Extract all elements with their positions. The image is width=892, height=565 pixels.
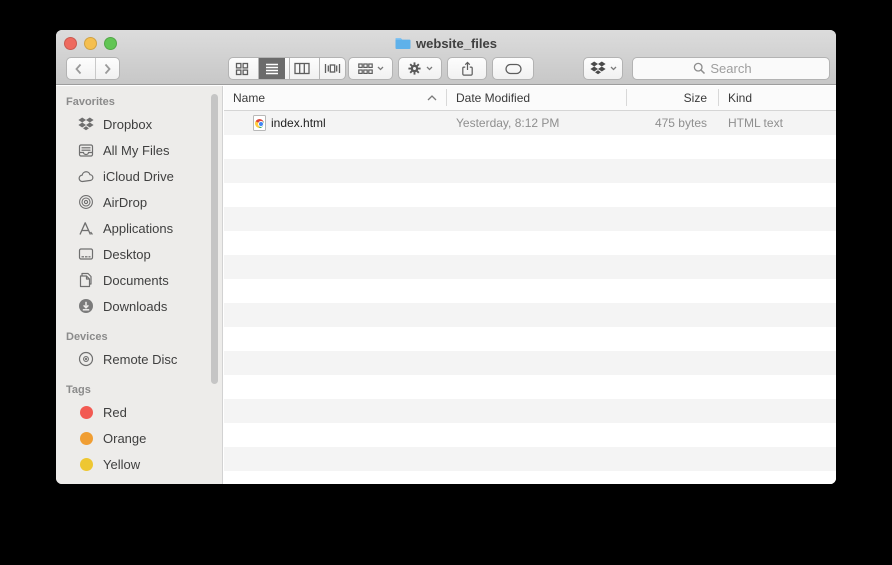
search-icon — [693, 62, 706, 75]
column-header-name[interactable]: Name — [233, 86, 265, 110]
sidebar-scrollbar[interactable] — [211, 94, 218, 384]
chevron-right-icon — [103, 63, 112, 75]
file-row-index-html[interactable]: index.html Yesterday, 8:12 PM 475 bytes … — [224, 111, 836, 135]
chevron-down-icon — [377, 66, 384, 71]
sidebar-item-label: Desktop — [103, 247, 151, 262]
column-header-date-modified[interactable]: Date Modified — [456, 86, 530, 110]
sidebar-item-tag-red[interactable]: Red — [56, 399, 222, 425]
sidebar-section-devices: Devices — [66, 331, 222, 343]
view-mode-control — [228, 57, 346, 80]
share-button[interactable] — [447, 57, 487, 80]
file-size: 475 bytes — [626, 111, 707, 135]
tag-icon — [505, 63, 522, 75]
sidebar: Favorites Dropbox All My Files — [56, 86, 223, 484]
arrange-button[interactable] — [348, 57, 393, 80]
window-title: website_files — [416, 36, 497, 51]
icon-view-button[interactable] — [229, 58, 254, 79]
file-kind: HTML text — [728, 111, 783, 135]
list-header: Name Date Modified Size Kind — [224, 86, 836, 111]
gear-icon — [407, 61, 422, 76]
file-list: Name Date Modified Size Kind index.html … — [224, 86, 836, 484]
column-view-button[interactable] — [289, 58, 315, 79]
sidebar-item-label: Downloads — [103, 299, 167, 314]
list-body: index.html Yesterday, 8:12 PM 475 bytes … — [224, 111, 836, 484]
sidebar-item-label: Orange — [103, 431, 146, 446]
forward-button[interactable] — [95, 58, 120, 79]
search-input[interactable] — [633, 58, 829, 79]
window-title-area: website_files — [56, 30, 836, 57]
sidebar-item-label: iCloud Drive — [103, 169, 174, 184]
titlebar-toolbar: website_files — [56, 30, 836, 85]
airdrop-icon — [77, 193, 95, 211]
list-view-icon — [265, 62, 279, 76]
sidebar-item-label: Documents — [103, 273, 169, 288]
html-file-icon — [253, 115, 266, 131]
column-divider[interactable] — [446, 89, 447, 106]
sidebar-item-label: Remote Disc — [103, 352, 177, 367]
sidebar-item-dropbox[interactable]: Dropbox — [56, 111, 222, 137]
dropbox-icon — [77, 115, 95, 133]
file-name: index.html — [271, 111, 326, 135]
sidebar-item-all-my-files[interactable]: All My Files — [56, 137, 222, 163]
chevron-down-icon — [610, 66, 617, 71]
icon-view-icon — [235, 62, 249, 76]
sidebar-item-desktop[interactable]: Desktop — [56, 241, 222, 267]
sidebar-item-tag-orange[interactable]: Orange — [56, 425, 222, 451]
column-header-size[interactable]: Size — [626, 86, 707, 110]
sidebar-item-airdrop[interactable]: AirDrop — [56, 189, 222, 215]
dropbox-toolbar-button[interactable] — [583, 57, 623, 80]
sidebar-item-tag-yellow[interactable]: Yellow — [56, 451, 222, 477]
tag-dot-icon — [77, 403, 95, 421]
search-field — [632, 57, 830, 80]
coverflow-view-button[interactable] — [319, 58, 345, 79]
action-button[interactable] — [398, 57, 442, 80]
chevron-left-icon — [74, 63, 83, 75]
coverflow-view-icon — [324, 62, 341, 75]
dropbox-icon — [590, 61, 606, 76]
tag-dot-icon — [77, 429, 95, 447]
desktop-icon — [77, 245, 95, 263]
column-view-icon — [294, 62, 310, 75]
sidebar-section-favorites: Favorites — [66, 96, 222, 108]
all-my-files-icon — [77, 141, 95, 159]
sidebar-item-label: AirDrop — [103, 195, 147, 210]
chevron-down-icon — [426, 66, 433, 71]
remote-disc-icon — [77, 350, 95, 368]
applications-icon — [77, 219, 95, 237]
back-button[interactable] — [67, 58, 91, 79]
documents-icon — [77, 271, 95, 289]
sidebar-item-label: Applications — [103, 221, 173, 236]
sort-ascending-icon — [427, 95, 437, 101]
sidebar-item-icloud-drive[interactable]: iCloud Drive — [56, 163, 222, 189]
sidebar-item-remote-disc[interactable]: Remote Disc — [56, 346, 222, 372]
file-date-modified: Yesterday, 8:12 PM — [456, 111, 559, 135]
finder-window: website_files — [56, 30, 836, 484]
sidebar-item-label: Dropbox — [103, 117, 152, 132]
sidebar-item-downloads[interactable]: Downloads — [56, 293, 222, 319]
share-icon — [460, 61, 475, 77]
sidebar-item-label: Yellow — [103, 457, 140, 472]
sidebar-section-tags: Tags — [66, 384, 222, 396]
arrange-grid-icon — [358, 63, 373, 75]
tag-button[interactable] — [492, 57, 534, 80]
tag-dot-icon — [77, 455, 95, 473]
sidebar-item-applications[interactable]: Applications — [56, 215, 222, 241]
sidebar-item-label: All My Files — [103, 143, 169, 158]
column-header-kind[interactable]: Kind — [728, 86, 752, 110]
navigation-buttons — [66, 57, 120, 80]
sidebar-item-documents[interactable]: Documents — [56, 267, 222, 293]
list-view-button[interactable] — [258, 58, 284, 79]
sidebar-item-label: Red — [103, 405, 127, 420]
folder-icon — [395, 37, 411, 50]
downloads-icon — [77, 297, 95, 315]
icloud-icon — [77, 167, 95, 185]
column-divider[interactable] — [718, 89, 719, 106]
